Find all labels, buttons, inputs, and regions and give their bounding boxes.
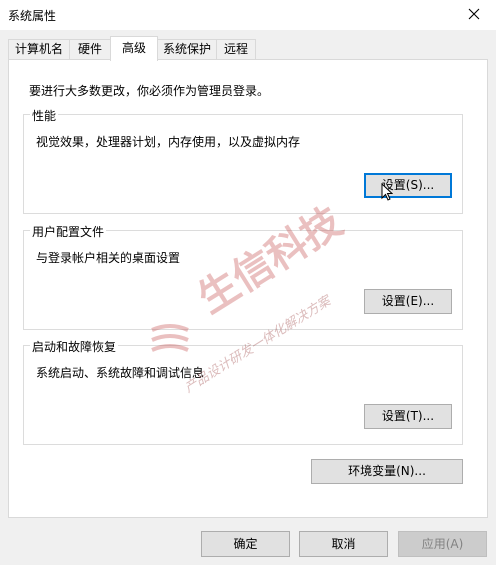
environment-variables-button[interactable]: 环境变量(N)... (311, 459, 463, 484)
performance-title: 性能 (30, 107, 59, 124)
performance-description: 视觉效果，处理器计划，内存使用，以及虚拟内存 (36, 135, 301, 149)
startup-recovery-group: 启动和故障恢复 系统启动、系统故障和调试信息 设置(T)... (23, 338, 463, 445)
tab-hardware[interactable]: 硬件 (69, 39, 111, 60)
advanced-panel: 要进行大多数更改，你必须作为管理员登录。 性能 视觉效果，处理器计划，内存使用，… (8, 59, 488, 518)
ok-button[interactable]: 确定 (201, 531, 290, 557)
user-profiles-settings-button[interactable]: 设置(E)... (364, 289, 452, 314)
apply-button[interactable]: 应用(A) (398, 531, 487, 557)
cancel-button[interactable]: 取消 (299, 531, 388, 557)
mouse-cursor-icon (381, 182, 394, 204)
performance-settings-button[interactable]: 设置(S)... (364, 173, 452, 198)
tab-remote[interactable]: 远程 (216, 39, 256, 60)
tab-system-protection[interactable]: 系统保护 (157, 39, 217, 60)
user-profiles-title: 用户配置文件 (30, 223, 107, 240)
tab-computer-name[interactable]: 计算机名 (8, 39, 70, 60)
close-button[interactable] (452, 0, 496, 30)
tab-advanced[interactable]: 高级 (110, 36, 158, 61)
admin-note: 要进行大多数更改，你必须作为管理员登录。 (29, 84, 270, 98)
user-profiles-description: 与登录帐户相关的桌面设置 (36, 251, 181, 265)
window-title: 系统属性 (8, 9, 57, 23)
close-icon (468, 8, 480, 23)
performance-group: 性能 视觉效果，处理器计划，内存使用，以及虚拟内存 设置(S)... (23, 107, 463, 214)
startup-recovery-description: 系统启动、系统故障和调试信息 (36, 366, 205, 380)
startup-recovery-title: 启动和故障恢复 (30, 338, 119, 355)
user-profiles-group: 用户配置文件 与登录帐户相关的桌面设置 设置(E)... (23, 223, 463, 330)
startup-recovery-settings-button[interactable]: 设置(T)... (364, 404, 452, 429)
title-bar: 系统属性 (0, 0, 496, 30)
